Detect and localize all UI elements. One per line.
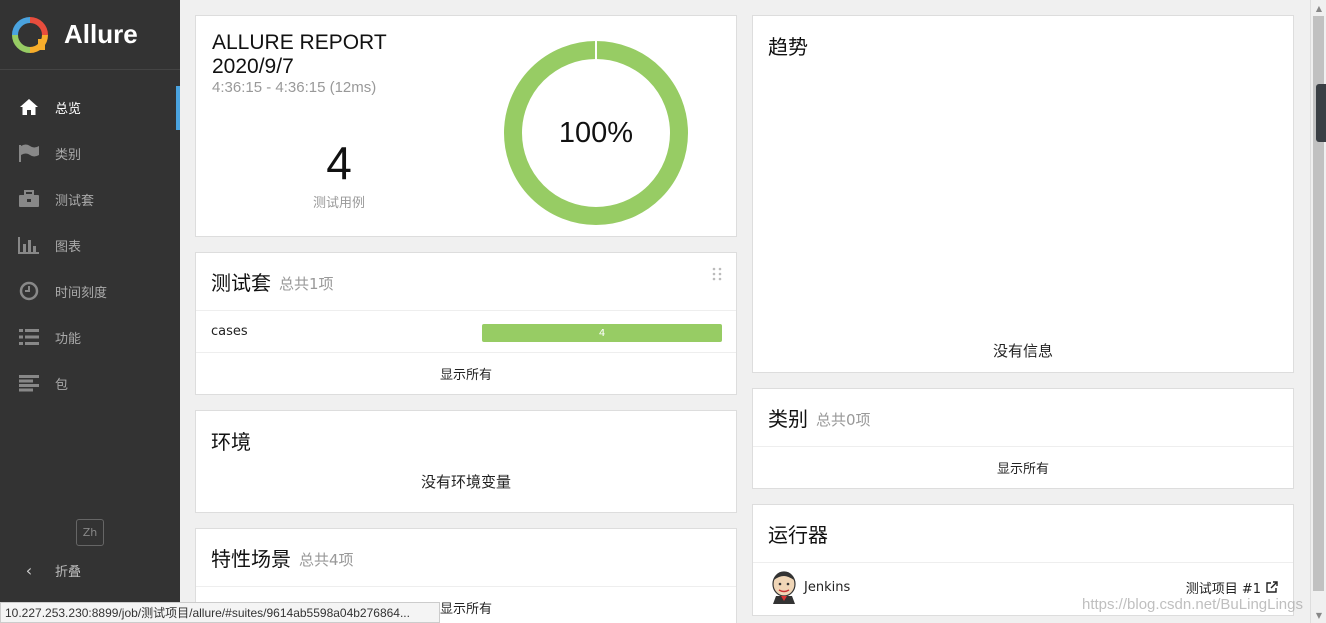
align-left-icon bbox=[18, 372, 40, 394]
executor-name: Jenkins bbox=[804, 579, 851, 595]
environment-widget: 环境 没有环境变量 bbox=[195, 410, 737, 513]
test-case-count: 4 bbox=[326, 137, 352, 189]
sidebar-item-label: 包 bbox=[55, 377, 69, 393]
suite-name: cases bbox=[211, 324, 248, 339]
report-title-text: ALLURE REPORT bbox=[212, 31, 387, 54]
test-case-count-label: 测试用例 bbox=[312, 196, 365, 211]
bar-chart-icon bbox=[18, 234, 40, 256]
sidebar-item-timeline[interactable]: 时间刻度 bbox=[0, 268, 180, 314]
sidebar-nav: 总览 类别 测试套 图表 时间刻度 功能 包 bbox=[0, 84, 180, 406]
sidebar-item-label: 功能 bbox=[55, 331, 82, 347]
brand-name: Allure bbox=[64, 19, 138, 49]
sidebar-item-label: 总览 bbox=[55, 101, 82, 117]
environment-widget-title: 环境 bbox=[211, 429, 251, 454]
sidebar-item-label: 测试套 bbox=[55, 193, 95, 209]
side-panel-tab[interactable] bbox=[1316, 84, 1326, 142]
watermark: https://blog.csdn.net/BuLingLings bbox=[1082, 596, 1303, 613]
scroll-down-arrow-icon[interactable]: ▼ bbox=[1311, 607, 1326, 623]
sidebar-item-overview[interactable]: 总览 bbox=[0, 84, 180, 130]
chevron-left-icon: ‹ bbox=[25, 560, 33, 580]
executors-widget-header: 运行器 bbox=[753, 505, 1293, 563]
collapse-label: 折叠 bbox=[55, 564, 82, 580]
summary-widget: ALLURE REPORT 2020/9/7 4:36:15 - 4:36:15… bbox=[195, 15, 737, 237]
pass-rate-text: 100% bbox=[558, 116, 634, 149]
sidebar-item-graphs[interactable]: 图表 bbox=[0, 222, 180, 268]
clock-icon bbox=[18, 280, 40, 302]
suites-widget-subtitle: 总共1项 bbox=[279, 274, 334, 293]
sidebar-item-label: 图表 bbox=[55, 239, 82, 255]
briefcase-icon bbox=[18, 188, 40, 210]
categories-widget-title: 类别 bbox=[768, 407, 808, 431]
categories-widget-header: 类别 总共0项 bbox=[753, 389, 1293, 447]
allure-logo-icon bbox=[12, 16, 48, 53]
report-title: ALLURE REPORT 2020/9/7 bbox=[212, 31, 387, 79]
sidebar-item-categories[interactable]: 类别 bbox=[0, 130, 180, 176]
trend-widget-header: 趋势 bbox=[753, 16, 1293, 74]
flag-icon bbox=[18, 142, 40, 164]
sidebar-item-label: 时间刻度 bbox=[55, 285, 108, 301]
report-time-range: 4:36:15 - 4:36:15 (12ms) bbox=[212, 79, 377, 96]
trend-empty-text: 没有信息 bbox=[992, 342, 1053, 360]
sidebar-item-packages[interactable]: 包 bbox=[0, 360, 180, 406]
categories-show-all-link[interactable]: 显示所有 bbox=[753, 447, 1293, 487]
drag-handle-icon[interactable] bbox=[712, 267, 722, 281]
trend-widget: 趋势 没有信息 bbox=[752, 15, 1294, 373]
features-widget-subtitle: 总共4项 bbox=[299, 550, 354, 569]
sidebar: Allure 总览 类别 测试套 图表 时间刻度 功能 包 Zh ‹ 折叠 bbox=[0, 0, 180, 623]
environment-widget-header: 环境 bbox=[196, 411, 736, 469]
language-button[interactable]: Zh bbox=[76, 519, 104, 546]
external-link-icon bbox=[1266, 580, 1278, 593]
suites-widget: 测试套 总共1项 cases 4 显示所有 bbox=[195, 252, 737, 395]
trend-widget-title: 趋势 bbox=[768, 34, 808, 59]
report-date: 2020/9/7 bbox=[212, 55, 294, 78]
collapse-button[interactable]: ‹ 折叠 bbox=[18, 556, 81, 584]
suites-widget-header: 测试套 总共1项 bbox=[196, 253, 736, 311]
executors-widget-title: 运行器 bbox=[768, 523, 828, 547]
environment-empty-text: 没有环境变量 bbox=[420, 473, 511, 491]
sidebar-item-label: 类别 bbox=[55, 147, 82, 163]
executor-build-link[interactable]: 测试项目 #1 bbox=[1186, 578, 1278, 597]
categories-widget: 类别 总共0项 显示所有 bbox=[752, 388, 1294, 489]
list-icon bbox=[18, 326, 40, 348]
jenkins-avatar-icon bbox=[772, 571, 796, 604]
suite-status-bar: 4 bbox=[482, 324, 722, 342]
executor-build-label: 测试项目 #1 bbox=[1185, 581, 1261, 597]
scroll-up-arrow-icon[interactable]: ▲ bbox=[1311, 0, 1326, 16]
suites-widget-title: 测试套 bbox=[211, 271, 271, 295]
home-icon bbox=[18, 96, 40, 118]
browser-status-bar: 10.227.253.230:8899/job/测试项目/allure/#sui… bbox=[0, 602, 440, 623]
features-widget-title: 特性场景 bbox=[211, 547, 291, 571]
categories-widget-subtitle: 总共0项 bbox=[816, 410, 871, 429]
sidebar-item-behaviors[interactable]: 功能 bbox=[0, 314, 180, 360]
suites-show-all-link[interactable]: 显示所有 bbox=[196, 353, 736, 393]
features-widget-header: 特性场景 总共4项 bbox=[196, 529, 736, 587]
main-content: ALLURE REPORT 2020/9/7 4:36:15 - 4:36:15… bbox=[180, 0, 1310, 623]
sidebar-item-suites[interactable]: 测试套 bbox=[0, 176, 180, 222]
brand[interactable]: Allure bbox=[0, 0, 180, 70]
